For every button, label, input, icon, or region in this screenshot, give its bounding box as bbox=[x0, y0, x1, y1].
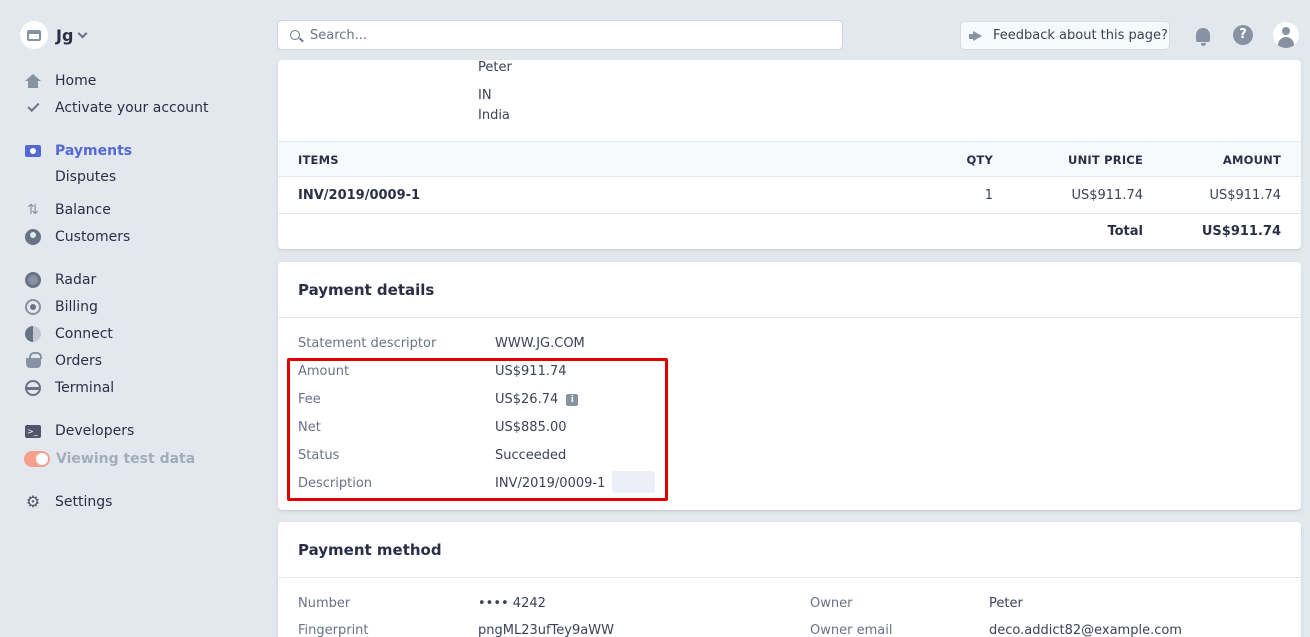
terminal-icon bbox=[24, 379, 42, 397]
item-unit-price: US$911.74 bbox=[1071, 188, 1143, 203]
connect-icon bbox=[24, 325, 42, 343]
address-country-code: IN bbox=[478, 88, 492, 103]
statement-descriptor-label: Statement descriptor bbox=[298, 336, 437, 351]
sidebar-item-label: Activate your account bbox=[55, 100, 209, 116]
payments-icon bbox=[24, 142, 42, 160]
total-label: Total bbox=[1107, 224, 1143, 239]
avatar bbox=[1273, 22, 1299, 48]
section-divider bbox=[278, 577, 1301, 578]
sidebar-item-label: Billing bbox=[55, 299, 98, 315]
card-number-value: •••• 4242 bbox=[478, 596, 546, 611]
section-divider bbox=[278, 317, 1301, 318]
payment-details-card: Payment details Statement descriptor WWW… bbox=[278, 262, 1301, 510]
payment-method-title: Payment method bbox=[298, 541, 442, 559]
sidebar-item-label: Customers bbox=[55, 229, 131, 245]
sidebar-item-label: Settings bbox=[55, 494, 113, 510]
col-items: ITEMS bbox=[298, 153, 339, 167]
radar-icon bbox=[24, 271, 42, 289]
sidebar-item-developers[interactable]: >_ Developers bbox=[24, 420, 134, 442]
sidebar-item-billing[interactable]: Billing bbox=[24, 296, 98, 318]
row-divider bbox=[278, 213, 1301, 214]
payment-method-card: Payment method Number •••• 4242 Fingerpr… bbox=[278, 522, 1301, 637]
address-country: India bbox=[478, 108, 510, 123]
sidebar-item-customers[interactable]: Customers bbox=[24, 226, 130, 248]
home-icon bbox=[24, 72, 42, 90]
sidebar-item-label: Radar bbox=[55, 272, 97, 288]
sidebar-item-home[interactable]: Home bbox=[24, 70, 96, 92]
sidebar-item-label: Payments bbox=[55, 143, 133, 159]
sidebar-item-disputes[interactable]: Disputes bbox=[55, 166, 116, 188]
statement-descriptor-value: WWW.JG.COM bbox=[495, 336, 585, 351]
account-switcher[interactable]: Jg bbox=[20, 21, 88, 49]
owner-value: Peter bbox=[989, 596, 1023, 611]
invoice-card: Peter IN India ITEMS QTY UNIT PRICE AMOU… bbox=[278, 60, 1301, 249]
owner-email-label: Owner email bbox=[810, 623, 893, 637]
sidebar-item-terminal[interactable]: Terminal bbox=[24, 377, 114, 399]
balance-icon: ⇅ bbox=[27, 202, 39, 218]
sidebar-item-label: Terminal bbox=[55, 380, 115, 396]
feedback-label: Feedback about this page? bbox=[993, 28, 1168, 43]
item-name: INV/2019/0009-1 bbox=[298, 188, 421, 203]
feedback-button[interactable]: Feedback about this page? bbox=[961, 22, 1169, 49]
fingerprint-label: Fingerprint bbox=[298, 623, 369, 637]
highlight-box bbox=[287, 358, 668, 501]
sidebar-item-label: Balance bbox=[55, 202, 111, 218]
table-header bbox=[278, 141, 1301, 177]
toggle-switch[interactable] bbox=[24, 450, 50, 468]
bell-icon bbox=[1196, 28, 1210, 46]
sidebar: Jg Home Activate your account Payments D… bbox=[0, 0, 270, 637]
sidebar-item-label: Disputes bbox=[55, 169, 117, 185]
sidebar-item-balance[interactable]: ⇅ Balance bbox=[24, 199, 111, 221]
basket-icon bbox=[24, 352, 42, 370]
col-qty: QTY bbox=[966, 153, 993, 167]
sidebar-item-connect[interactable]: Connect bbox=[24, 323, 113, 345]
owner-email-value: deco.addict82@example.com bbox=[989, 623, 1182, 637]
gear-icon: ⚙ bbox=[25, 492, 41, 511]
store-icon bbox=[20, 21, 48, 49]
sidebar-item-label: Orders bbox=[55, 353, 103, 369]
help-button[interactable]: ? bbox=[1232, 24, 1254, 46]
search-bar[interactable] bbox=[278, 21, 842, 49]
customer-icon bbox=[24, 228, 42, 246]
test-data-toggle[interactable]: Viewing test data bbox=[24, 448, 195, 470]
check-icon bbox=[24, 99, 42, 117]
billing-icon bbox=[24, 298, 42, 316]
sidebar-item-settings[interactable]: ⚙ Settings bbox=[24, 491, 113, 513]
help-icon: ? bbox=[1233, 25, 1253, 45]
notifications-button[interactable] bbox=[1192, 24, 1214, 46]
address-name: Peter bbox=[478, 60, 512, 75]
sidebar-item-activate[interactable]: Activate your account bbox=[24, 97, 209, 119]
total-value: US$911.74 bbox=[1201, 224, 1281, 239]
col-unit-price: UNIT PRICE bbox=[1068, 153, 1143, 167]
profile-button[interactable] bbox=[1273, 22, 1299, 48]
sidebar-item-payments[interactable]: Payments bbox=[24, 140, 132, 162]
item-amount: US$911.74 bbox=[1209, 188, 1281, 203]
sidebar-item-orders[interactable]: Orders bbox=[24, 350, 102, 372]
account-name: Jg bbox=[56, 25, 74, 45]
col-amount: AMOUNT bbox=[1222, 153, 1281, 167]
megaphone-icon bbox=[969, 31, 983, 41]
item-qty: 1 bbox=[984, 188, 993, 203]
developers-icon: >_ bbox=[24, 422, 42, 440]
payment-details-title: Payment details bbox=[298, 281, 435, 299]
sidebar-item-label: Home bbox=[55, 73, 97, 89]
card-number-label: Number bbox=[298, 596, 351, 611]
search-icon bbox=[290, 30, 300, 40]
sidebar-item-label: Developers bbox=[55, 423, 135, 439]
chevron-down-icon bbox=[77, 28, 88, 38]
sidebar-item-radar[interactable]: Radar bbox=[24, 269, 96, 291]
fingerprint-value: pngML23ufTey9aWW bbox=[478, 623, 614, 637]
test-data-label: Viewing test data bbox=[56, 451, 196, 467]
search-input[interactable] bbox=[310, 27, 810, 43]
sidebar-item-label: Connect bbox=[55, 326, 113, 342]
owner-label: Owner bbox=[810, 596, 853, 611]
